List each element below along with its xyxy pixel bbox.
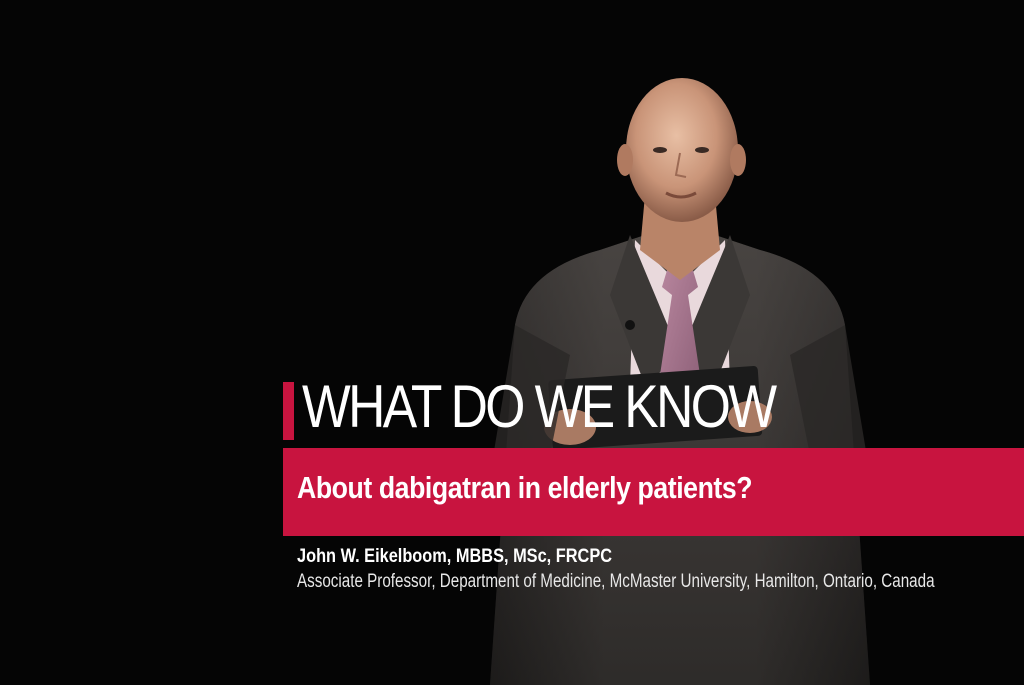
subtitle: About dabigatran in elderly patients? bbox=[297, 470, 753, 505]
video-frame: WHAT DO WE KNOW About dabigatran in elde… bbox=[0, 0, 1024, 685]
speaker-name: John W. Eikelboom, MBBS, MSc, FRCPC bbox=[297, 546, 613, 567]
speaker-title: Associate Professor, Department of Medic… bbox=[297, 571, 935, 592]
headline: WHAT DO WE KNOW bbox=[302, 373, 777, 440]
headline-accent-bar bbox=[283, 382, 294, 440]
